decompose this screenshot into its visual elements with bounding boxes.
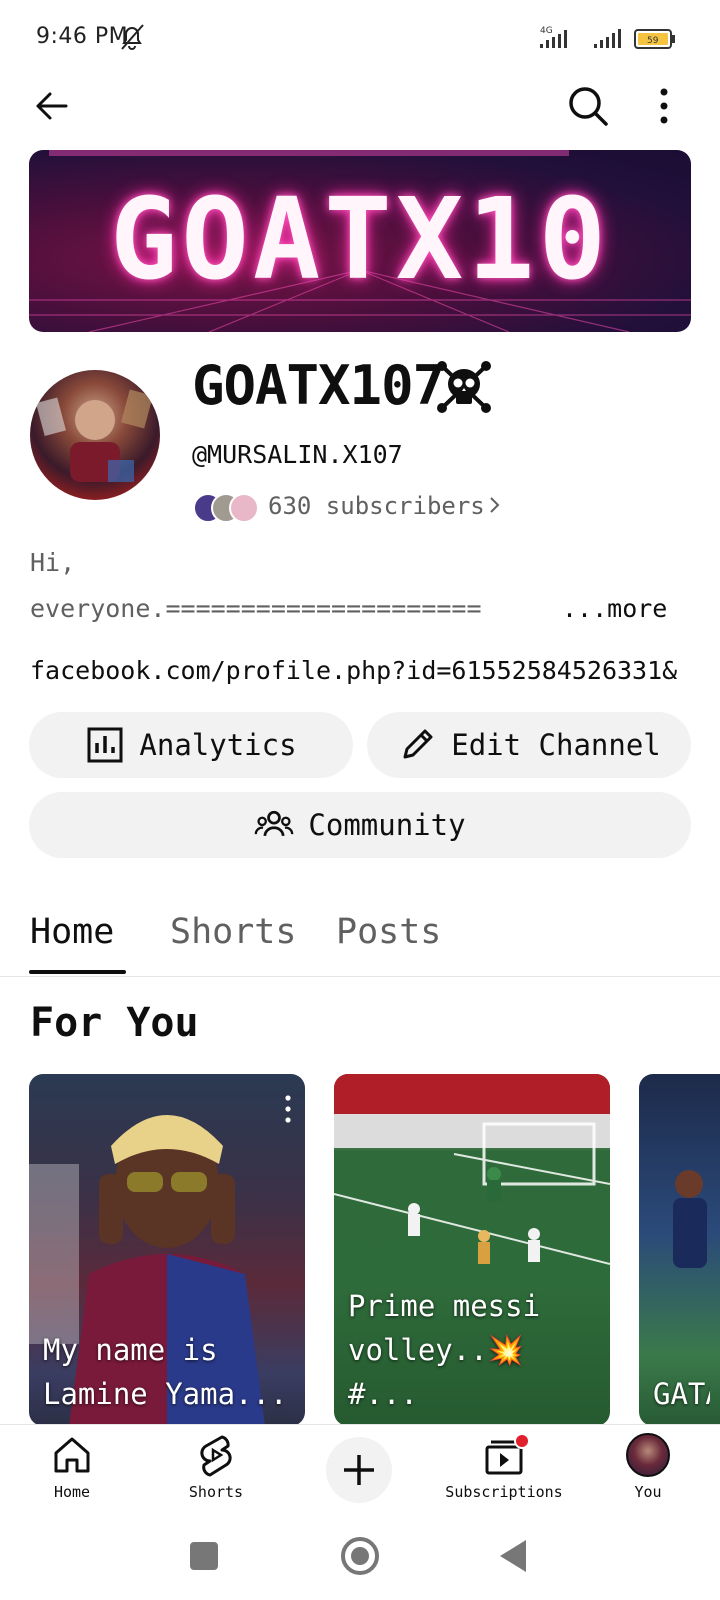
search-icon[interactable] [566, 84, 610, 128]
channel-external-link[interactable]: facebook.com/profile.php?id=615525845263… [30, 656, 680, 685]
back-system-icon[interactable] [500, 1540, 526, 1572]
bell-off-icon [121, 24, 144, 50]
channel-name: GOATX107 [192, 354, 445, 417]
status-bar: 9:46 PM 4G 59 [0, 0, 720, 78]
short-card[interactable]: GATA ❤️X [639, 1074, 720, 1426]
more-vert-icon[interactable] [652, 86, 676, 126]
section-title: For You [30, 1000, 199, 1046]
tab-shorts[interactable]: Shorts [170, 912, 296, 952]
nav-home-label: Home [53, 1483, 91, 1501]
banner-title: GOATX10 [109, 175, 610, 305]
nav-shorts-label: Shorts [188, 1483, 244, 1501]
more-vert-icon[interactable] [283, 1094, 293, 1124]
skull-crossbones-icon [437, 361, 491, 413]
channel-banner: GOATX10 [29, 150, 691, 332]
analytics-button[interactable]: Analytics [29, 712, 353, 778]
nav-you-label: You [634, 1483, 662, 1501]
create-button[interactable] [326, 1437, 392, 1503]
short-title: Prime messi volley..💥 #... [348, 1289, 541, 1411]
pencil-icon [403, 729, 433, 759]
plus-icon [344, 1455, 374, 1485]
divider [0, 976, 720, 977]
description-line-1: Hi, [30, 548, 76, 577]
nav-you[interactable]: You [578, 1433, 718, 1501]
svg-text:4G: 4G [540, 26, 553, 36]
people-icon [255, 810, 294, 837]
arrow-left-icon[interactable] [30, 84, 74, 128]
notification-dot [514, 1433, 530, 1449]
short-card[interactable]: Prime messi volley..💥 #... [334, 1074, 610, 1426]
nav-home[interactable]: Home [2, 1433, 142, 1501]
avatar [626, 1433, 670, 1477]
edit-channel-label: Edit Channel [451, 728, 661, 762]
chevron-right-icon[interactable] [488, 494, 502, 516]
edit-channel-button[interactable]: Edit Channel [367, 712, 691, 778]
short-title: My name is Lamine Yama... [43, 1333, 288, 1411]
signal-4g-icon: 4G [540, 26, 567, 48]
battery-level: 59 [647, 36, 659, 46]
tab-selected-indicator [29, 970, 126, 974]
subscriber-count[interactable]: 630 subscribers [268, 492, 485, 520]
tab-home[interactable]: Home [30, 912, 114, 952]
short-title: GATA ❤️X [653, 1377, 710, 1411]
description-line-2: everyone.===================== [30, 594, 482, 623]
community-label: Community [308, 808, 466, 842]
battery-icon: 59 [634, 29, 675, 49]
community-button[interactable]: Community [29, 792, 691, 858]
channel-handle: @MURSALIN.X107 [192, 440, 403, 469]
system-navigation-bar [190, 1537, 526, 1575]
shorts-icon [200, 1435, 232, 1477]
recents-icon[interactable] [190, 1542, 218, 1570]
subscriber-avatars[interactable] [192, 492, 264, 524]
analytics-label: Analytics [139, 728, 297, 762]
bottom-navigation: Home Shorts Subscriptions You [0, 1424, 720, 1521]
status-time: 9:46 PM [36, 24, 129, 49]
channel-avatar[interactable] [30, 370, 160, 500]
description-more-link[interactable]: ...more [562, 594, 667, 623]
home-icon [54, 1437, 90, 1473]
short-card[interactable]: My name is Lamine Yama... [29, 1074, 305, 1426]
analytics-icon [87, 727, 123, 763]
nav-subscriptions[interactable]: Subscriptions [434, 1433, 574, 1501]
nav-subscriptions-label: Subscriptions [445, 1483, 563, 1501]
nav-shorts[interactable]: Shorts [146, 1433, 286, 1501]
signal-icon [594, 29, 621, 48]
tab-posts[interactable]: Posts [336, 912, 441, 952]
